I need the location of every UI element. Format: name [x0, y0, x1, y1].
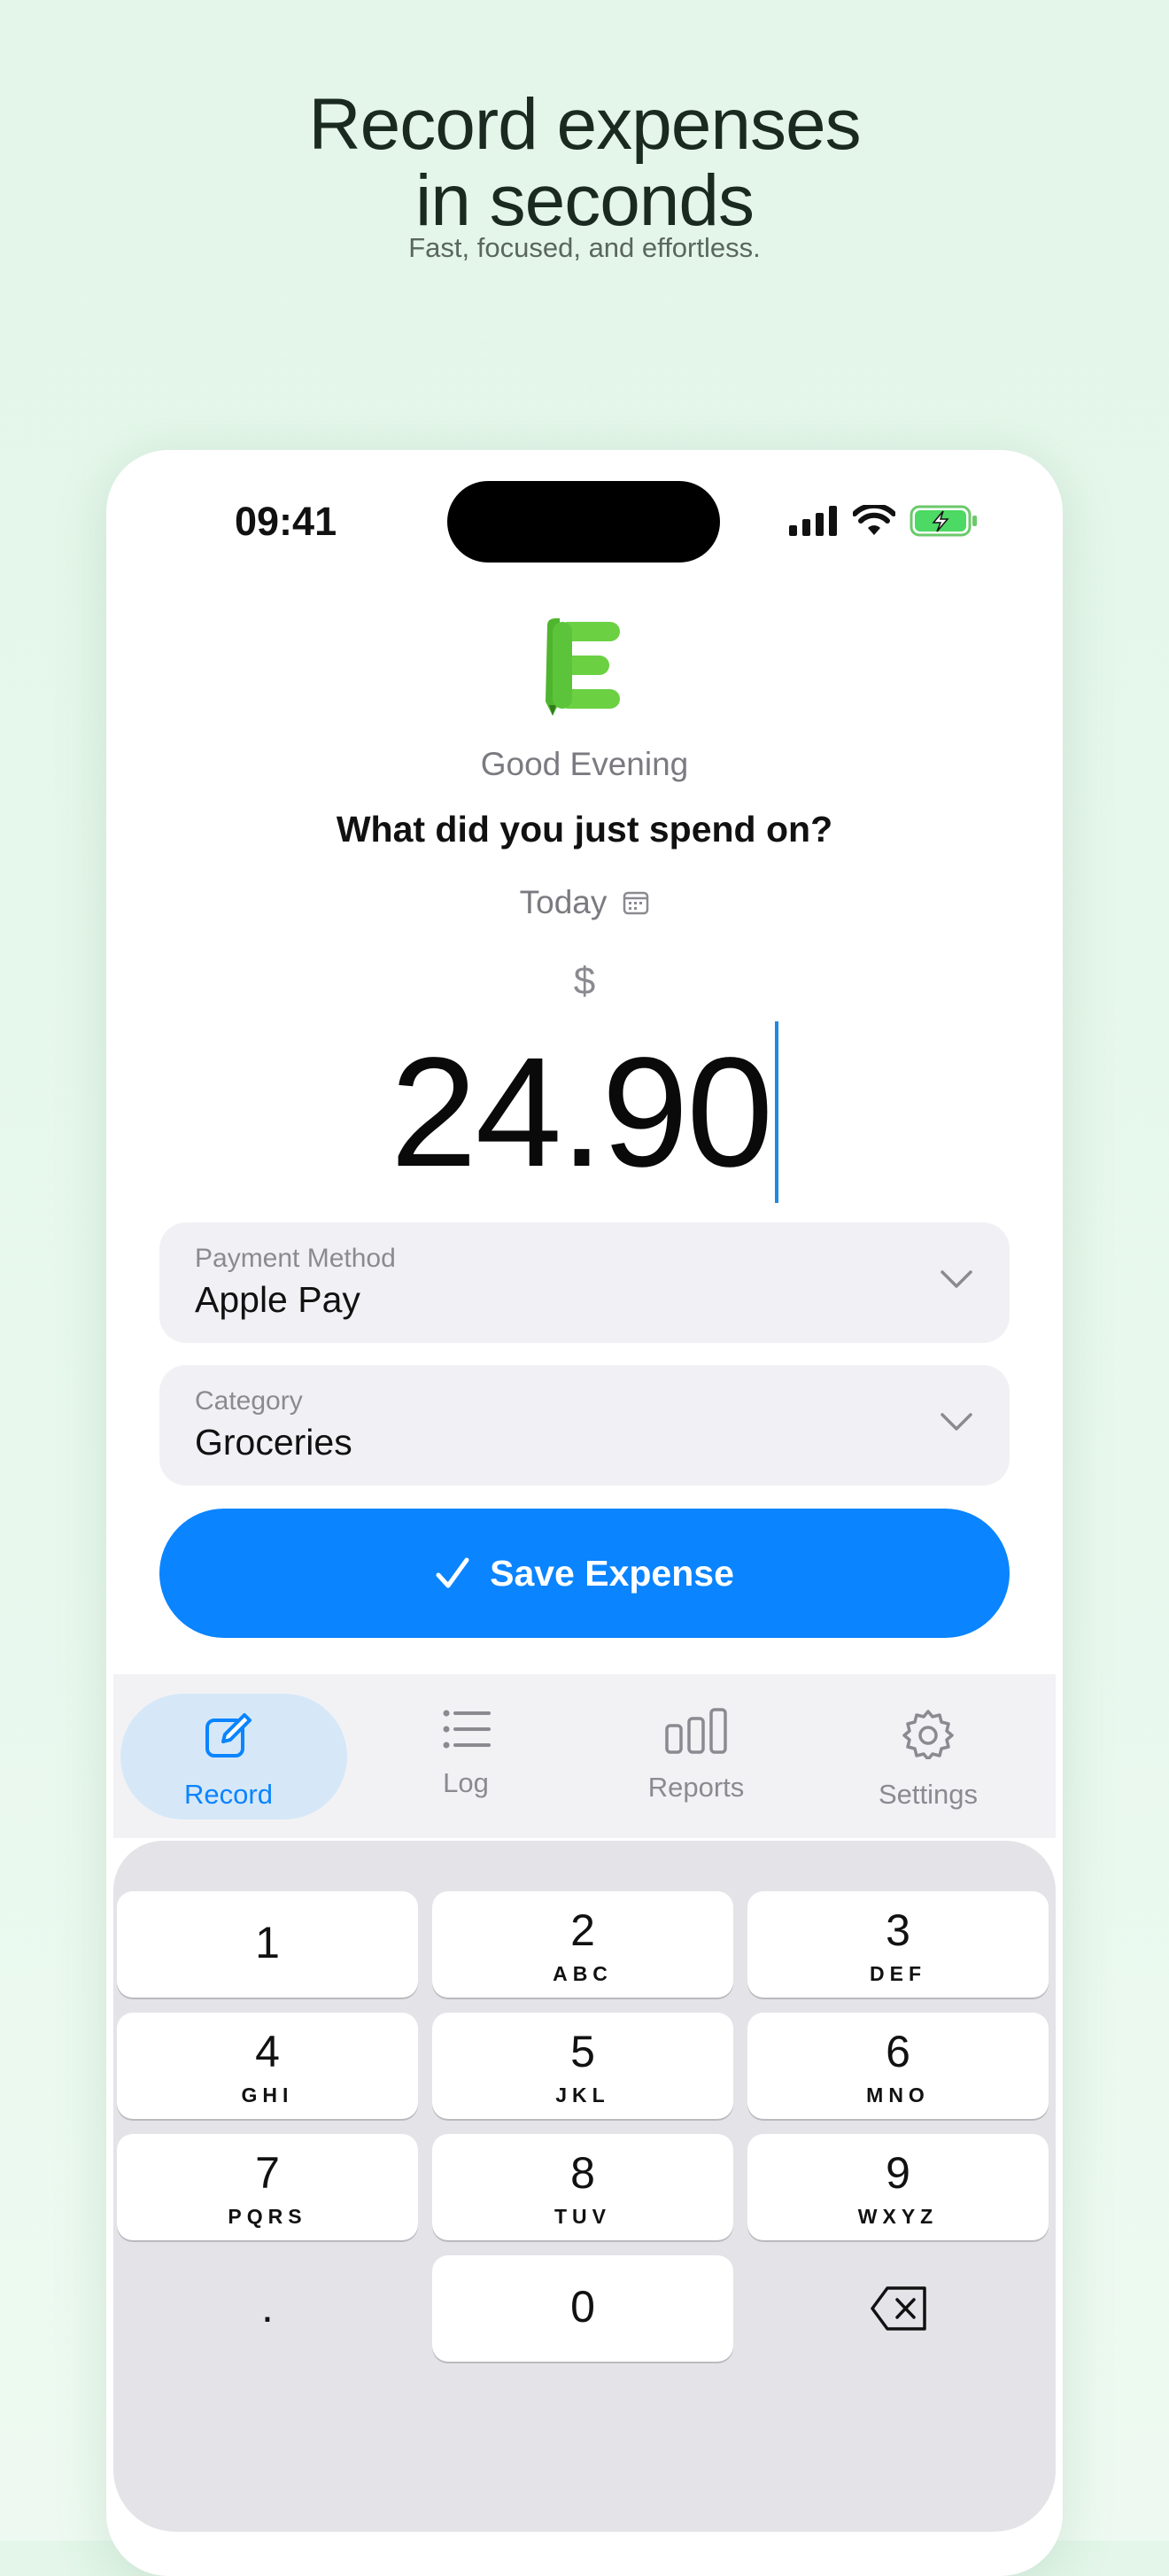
category-label: Category [195, 1386, 303, 1416]
key-8-digit: 8 [570, 2148, 595, 2198]
tab-record[interactable]: Record [113, 1674, 347, 1838]
tab-settings[interactable]: Settings [813, 1674, 1043, 1838]
key-0-digit: 0 [570, 2282, 595, 2332]
backspace-icon [871, 2286, 926, 2331]
key-0[interactable]: 0 [432, 2255, 733, 2362]
category-value: Groceries [195, 1422, 352, 1463]
app-logo-icon [546, 618, 620, 716]
key-5-digit: 5 [570, 2027, 595, 2076]
checkmark-icon [436, 1557, 469, 1588]
key-3-letters: DEF [870, 1962, 926, 1985]
key-8[interactable]: 8 TUV [432, 2134, 733, 2240]
save-expense-button[interactable]: Save Expense [159, 1509, 1010, 1638]
key-4-digit: 4 [255, 2027, 280, 2076]
key-3-digit: 3 [886, 1905, 910, 1955]
tab-settings-label: Settings [878, 1779, 978, 1810]
chevron-down-icon [941, 1413, 972, 1431]
tab-record-label: Record [184, 1779, 273, 1810]
prompt-question: What did you just spend on? [336, 809, 833, 850]
tab-reports[interactable]: Reports [581, 1674, 811, 1838]
key-decimal[interactable]: . [117, 2255, 418, 2362]
wifi-icon [853, 505, 895, 535]
key-7-letters: PQRS [228, 2205, 307, 2228]
key-3[interactable]: 3 DEF [747, 1891, 1049, 1998]
key-9[interactable]: 9 WXYZ [747, 2134, 1049, 2240]
category-select[interactable]: Category Groceries [159, 1365, 1010, 1486]
key-2[interactable]: 2 ABC [432, 1891, 733, 1998]
battery-charging-icon [910, 505, 977, 537]
chevron-down-icon [941, 1270, 972, 1288]
key-8-letters: TUV [554, 2205, 611, 2228]
key-6-letters: MNO [866, 2083, 930, 2107]
key-7-digit: 7 [255, 2148, 280, 2198]
status-icons [789, 505, 979, 537]
list-icon [443, 1710, 491, 1749]
key-1-digit: 1 [255, 1918, 280, 1967]
key-2-letters: ABC [553, 1962, 613, 1985]
phone-frame: 09:41 Good Evening What did you just spe… [106, 450, 1063, 2576]
text-cursor [775, 1021, 779, 1203]
promo-headline-line1: Record expenses [308, 84, 861, 165]
save-expense-label: Save Expense [490, 1552, 734, 1594]
numeric-keypad: 1 2 ABC 3 DEF 4 GHI 5 JKL 6 MNO 7 PQRS 8… [113, 1841, 1056, 2532]
status-time: 09:41 [235, 499, 337, 544]
date-label: Today [519, 884, 608, 920]
greeting-text: Good Evening [480, 746, 689, 782]
promo-headline-line2: in seconds [414, 160, 755, 241]
amount-value: 24.90 [390, 1025, 773, 1199]
currency-symbol: $ [573, 959, 596, 1003]
key-4-letters: GHI [241, 2083, 294, 2107]
key-5[interactable]: 5 JKL [432, 2013, 733, 2119]
date-picker[interactable]: Today [106, 884, 1063, 921]
key-7[interactable]: 7 PQRS [117, 2134, 418, 2240]
promo-subheadline: Fast, focused, and effortless. [408, 232, 761, 263]
key-9-letters: WXYZ [857, 2205, 939, 2228]
tab-log[interactable]: Log [351, 1674, 581, 1838]
key-2-digit: 2 [570, 1905, 595, 1955]
tab-log-label: Log [443, 1767, 489, 1798]
tab-bar: Record Log Reports Settings [113, 1674, 1056, 1838]
key-5-letters: JKL [555, 2083, 610, 2107]
key-6-digit: 6 [886, 2027, 910, 2076]
payment-method-select[interactable]: Payment Method Apple Pay [159, 1222, 1010, 1343]
key-decimal-symbol: . [261, 2282, 274, 2332]
tab-reports-label: Reports [647, 1772, 745, 1803]
cellular-signal-icon [789, 506, 837, 536]
key-1[interactable]: 1 [117, 1891, 418, 1998]
key-backspace[interactable] [747, 2255, 1049, 2362]
payment-method-label: Payment Method [195, 1244, 396, 1273]
key-4[interactable]: 4 GHI [117, 2013, 418, 2119]
payment-method-value: Apple Pay [195, 1279, 360, 1320]
bar-chart-icon [665, 1708, 727, 1754]
edit-icon [205, 1713, 252, 1757]
calendar-icon [623, 891, 649, 915]
gear-icon [902, 1710, 954, 1759]
dynamic-island [447, 481, 720, 563]
promo-headline: Record expenses in seconds [0, 87, 1169, 239]
amount-input[interactable]: 24.90 [106, 1021, 1063, 1203]
key-6[interactable]: 6 MNO [747, 2013, 1049, 2119]
key-9-digit: 9 [886, 2148, 910, 2198]
